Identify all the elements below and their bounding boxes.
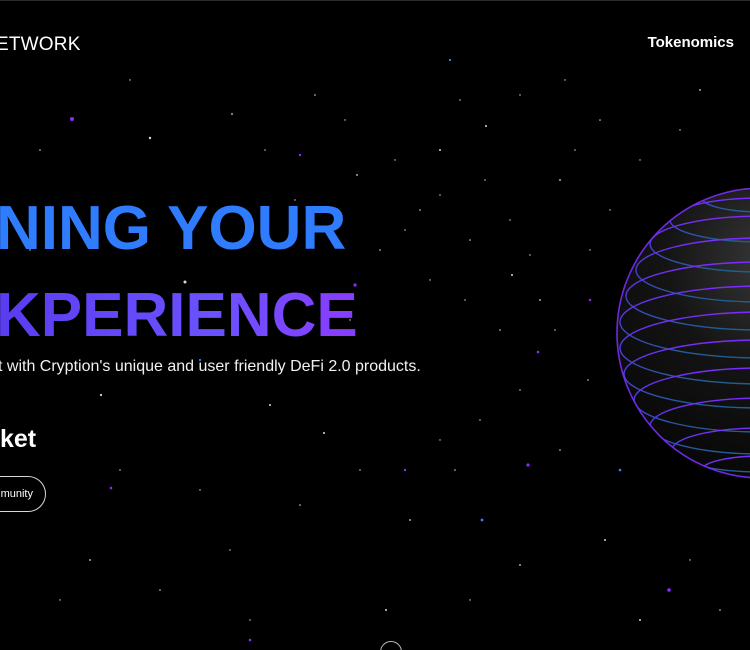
community-button-label: munity <box>0 488 33 500</box>
brand-logo-text[interactable]: ETWORK <box>0 34 81 56</box>
hero-title-line-2-text: KPERIENCE <box>0 281 358 350</box>
nav-tokenomics-link[interactable]: Tokenomics <box>648 34 734 51</box>
market-link[interactable]: ket <box>0 425 36 454</box>
hero-title-line-2: KPERIENCE <box>0 285 358 347</box>
community-button[interactable]: munity <box>0 476 46 512</box>
hero-subtitle: t with Cryption's unique and user friend… <box>0 358 421 375</box>
hero-title-line-1: NING YOUR <box>0 194 347 263</box>
striped-globe-icon <box>616 188 750 479</box>
landing-page: ETWORK Tokenomics NING YOUR KPERIENCE t … <box>0 0 750 650</box>
